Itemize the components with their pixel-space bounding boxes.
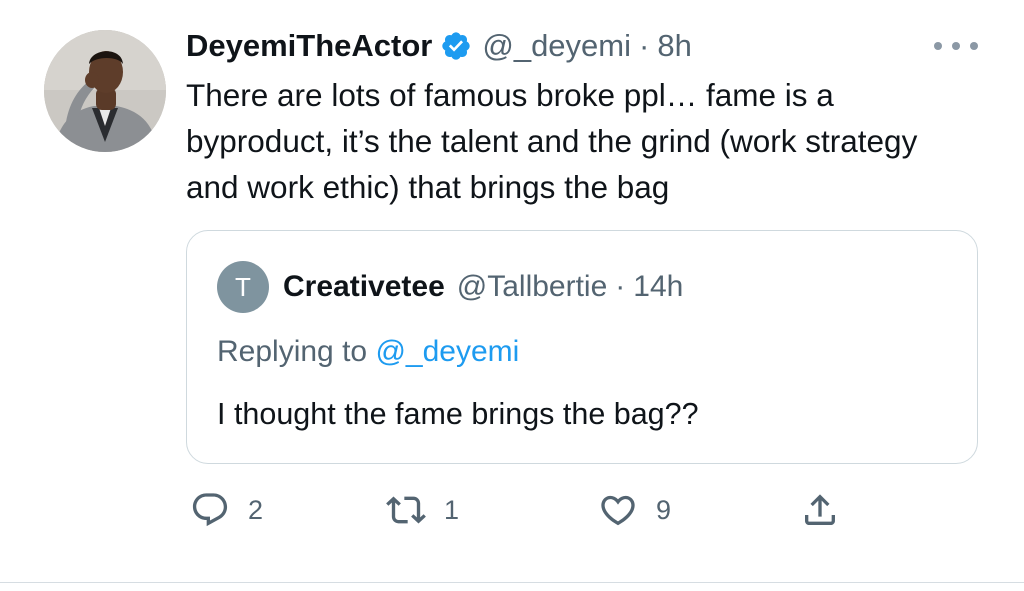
tweet-divider xyxy=(0,582,1024,583)
reply-icon xyxy=(190,490,230,530)
retweet-count: 1 xyxy=(444,494,460,525)
tweet-header: DeyemiTheActor @_deyemi · 8h xyxy=(186,26,692,66)
share-button[interactable] xyxy=(800,488,840,532)
tweet-timestamp[interactable]: 8h xyxy=(657,28,691,64)
heart-icon xyxy=(598,490,638,530)
quoted-tweet-text: I thought the fame brings the bag?? xyxy=(217,397,699,431)
like-count: 9 xyxy=(656,494,672,525)
author-avatar-image xyxy=(44,30,166,152)
author-display-name[interactable]: DeyemiTheActor xyxy=(186,28,432,64)
more-dot xyxy=(952,42,960,50)
more-dot xyxy=(970,42,978,50)
reply-count: 2 xyxy=(248,494,264,525)
quoted-tweet[interactable]: T Creativetee @Tallbertie · 14h Replying… xyxy=(186,230,978,464)
tweet-text: There are lots of famous broke ppl… fame… xyxy=(186,77,918,205)
replying-to-line: Replying to @_deyemi xyxy=(217,335,519,369)
replying-to-mention[interactable]: @_deyemi xyxy=(375,335,519,368)
quoted-author-avatar[interactable]: T xyxy=(217,261,269,313)
retweet-icon xyxy=(386,490,426,530)
header-separator: · xyxy=(639,28,650,63)
quoted-author-display-name[interactable]: Creativetee xyxy=(283,270,445,304)
retweet-button[interactable]: 1 xyxy=(386,488,459,532)
replying-to-prefix: Replying to xyxy=(217,335,376,368)
quoted-tweet-header: Creativetee @Tallbertie · 14h xyxy=(283,267,683,307)
more-dot xyxy=(934,42,942,50)
verified-badge-icon xyxy=(440,30,472,62)
author-avatar[interactable] xyxy=(44,30,166,152)
tweet-actions: 2 1 9 xyxy=(0,488,1024,532)
tweet: DeyemiTheActor @_deyemi · 8h There are l… xyxy=(0,0,1024,591)
more-options-icon[interactable] xyxy=(934,38,978,54)
quoted-tweet-timestamp[interactable]: 14h xyxy=(633,270,683,304)
author-handle[interactable]: @_deyemi xyxy=(482,28,631,64)
share-icon xyxy=(800,490,840,530)
quoted-author-handle[interactable]: @Tallbertie xyxy=(457,270,608,304)
quoted-header-separator: · xyxy=(615,270,626,303)
reply-button[interactable]: 2 xyxy=(190,488,263,532)
like-button[interactable]: 9 xyxy=(598,488,671,532)
